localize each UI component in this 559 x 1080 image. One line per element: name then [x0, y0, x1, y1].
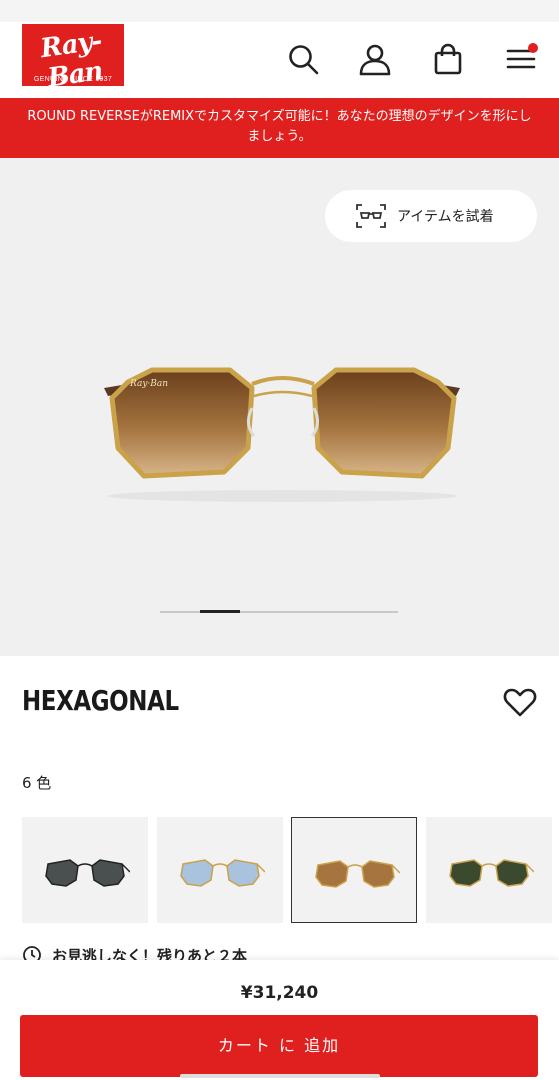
purchase-bar: ¥31,240 カート に 追加: [0, 960, 559, 1080]
wishlist-heart-icon[interactable]: [502, 684, 538, 720]
color-count: 6 色: [22, 774, 52, 792]
promo-banner[interactable]: ROUND REVERSEがREMIXでカスタマイズ可能に！あなたの理想のデザイ…: [0, 98, 559, 158]
swatch-gold-blue[interactable]: [157, 817, 283, 923]
swatch-glasses-image: [180, 859, 265, 887]
menu-icon[interactable]: [504, 42, 538, 76]
home-indicator: [180, 1074, 380, 1078]
product-image: Ray·Ban: [104, 367, 460, 502]
gallery-pagination[interactable]: [160, 610, 398, 613]
swatch-glasses-image: [449, 859, 534, 887]
svg-text:Ray·Ban: Ray·Ban: [129, 379, 168, 389]
product-price: ¥31,240: [240, 983, 319, 1003]
swatch-glasses-image: [45, 859, 130, 887]
swatch-black-grey[interactable]: [22, 817, 148, 923]
logo-wordmark: Ray-Ban: [38, 26, 105, 94]
swatch-glasses-image: [315, 860, 400, 888]
swatch-gold-green[interactable]: [426, 817, 552, 923]
status-bar: [0, 0, 559, 22]
search-icon[interactable]: [286, 42, 320, 76]
logo-tagline: GENUINE SINCE 1937: [33, 76, 113, 83]
product-image-gallery[interactable]: アイテムを試着 Ray·Ban: [0, 158, 559, 656]
swatch-gold-brown-selected[interactable]: [291, 817, 417, 923]
color-swatches: [22, 817, 559, 923]
notification-dot: [528, 43, 538, 53]
try-on-button[interactable]: アイテムを試着: [325, 190, 537, 242]
account-icon[interactable]: [358, 42, 392, 76]
brand-logo[interactable]: Ray-Ban GENUINE SINCE 1937: [22, 24, 124, 94]
gallery-pagination-active: [200, 610, 240, 613]
site-header: Ray-Ban GENUINE SINCE 1937: [0, 22, 559, 98]
try-on-label: アイテムを試着: [397, 209, 494, 225]
virtual-try-on-icon: [356, 204, 386, 228]
product-title: HEXAGONAL: [22, 684, 179, 717]
add-to-cart-button[interactable]: カート に 追加: [20, 1015, 538, 1077]
shopping-bag-icon[interactable]: [431, 42, 465, 76]
